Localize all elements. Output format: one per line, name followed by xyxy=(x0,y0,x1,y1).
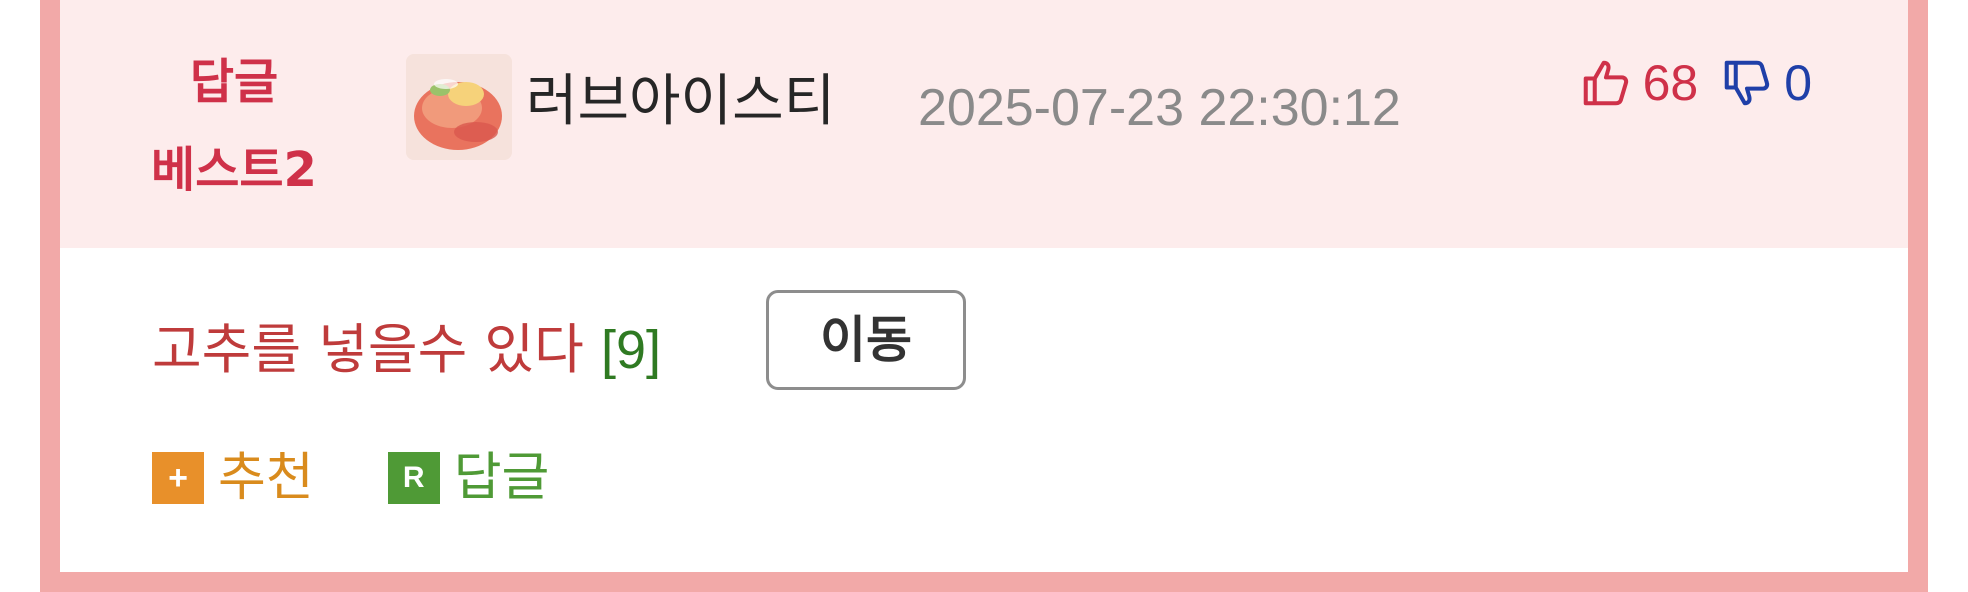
comment-actions: + 추천 R 답글 xyxy=(152,438,549,518)
avatar[interactable] xyxy=(406,54,512,160)
author-nickname[interactable]: 러브아이스티 xyxy=(526,62,835,142)
reply-icon: R xyxy=(387,452,440,504)
plus-icon: + xyxy=(152,452,204,504)
reply-label: 답글 xyxy=(453,448,550,508)
best-label-line2: 베스트2 xyxy=(151,142,317,198)
comment-card: 답글 베스트2 러브아이스티 2025-07-23 22:30:12 68 0 … xyxy=(40,0,1928,592)
best-label-line1: 답글 xyxy=(189,54,279,110)
comment-body: 고추를 넣을수 있다 [9] 이동 + 추천 R 답글 xyxy=(60,248,1908,572)
avatar-image xyxy=(406,54,512,160)
recommend-button[interactable]: + 추천 xyxy=(152,438,314,518)
recommend-label: 추천 xyxy=(218,448,314,508)
reply-button[interactable]: R 답글 xyxy=(387,438,550,518)
comment-header: 답글 베스트2 러브아이스티 2025-07-23 22:30:12 68 0 xyxy=(60,0,1908,248)
move-button[interactable]: 이동 xyxy=(766,290,966,390)
vote-counts: 68 0 xyxy=(1579,54,1812,112)
best-reply-label: 답글 베스트2 xyxy=(124,38,344,214)
thumbs-down-icon[interactable] xyxy=(1720,56,1774,110)
upvote-count: 68 xyxy=(1642,55,1699,111)
comment-text: 고추를 넣을수 있다 [9] xyxy=(152,310,661,390)
reply-count: [9] xyxy=(600,320,661,380)
thumbs-up-icon[interactable] xyxy=(1579,56,1633,110)
comment-content: 고추를 넣을수 있다 xyxy=(152,318,584,381)
comment-datetime: 2025-07-23 22:30:12 xyxy=(918,79,1401,137)
downvote-count: 0 xyxy=(1784,55,1812,111)
